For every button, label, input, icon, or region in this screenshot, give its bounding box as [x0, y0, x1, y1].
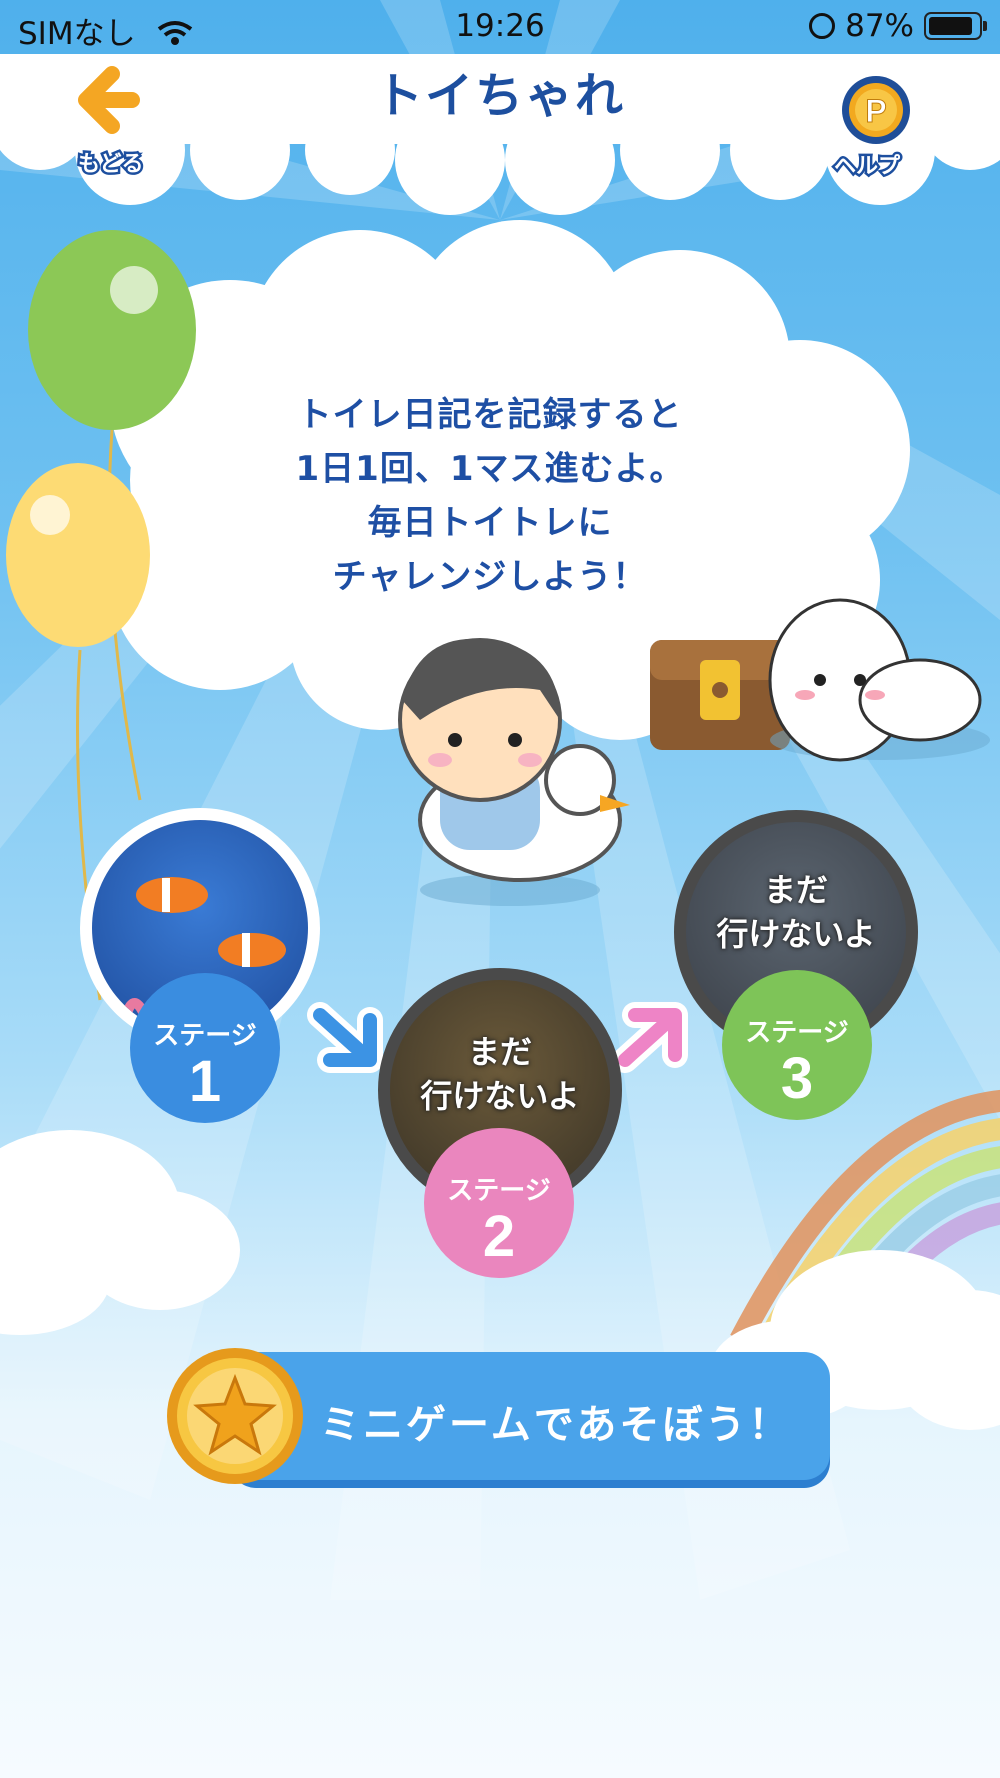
- help-coin-letter: P: [865, 93, 886, 129]
- stage-label: ステージ: [153, 1019, 257, 1050]
- locked-line: 行けないよ: [716, 915, 876, 953]
- stage-number: 2: [482, 1203, 516, 1269]
- stage-1[interactable]: ステージ 1: [80, 808, 330, 1138]
- arrow-pink: [612, 1002, 688, 1073]
- stage-number: 1: [188, 1048, 222, 1114]
- message-line: チャレンジしよう！: [332, 557, 648, 597]
- stage-number: 3: [780, 1045, 814, 1111]
- battery-percent: 87%: [845, 8, 914, 44]
- stage-2-badge[interactable]: ステージ 2: [424, 1128, 574, 1278]
- stage-3[interactable]: まだ 行けないよ ステージ 3: [674, 810, 924, 1130]
- treasure-chest: [650, 640, 790, 750]
- message-line: トイレ日記を記録すると: [297, 395, 683, 435]
- stage-label: ステージ: [745, 1016, 849, 1047]
- message-line: 毎日トイトレに: [367, 503, 613, 543]
- stage-2[interactable]: まだ 行けないよ ステージ 2: [378, 968, 628, 1278]
- locked-message: まだ 行けないよ: [390, 1030, 610, 1118]
- locked-line: まだ: [763, 871, 828, 909]
- locked-line: まだ: [467, 1033, 532, 1071]
- status-bar: SIMなし 19:26 87%: [0, 0, 1000, 54]
- star-coin-icon: [167, 1348, 303, 1484]
- message-line: 1日1回、1マス進むよ。: [295, 449, 685, 489]
- minigame-label: ミニゲームであそぼう！: [320, 1402, 792, 1448]
- orientation-lock-icon: [809, 13, 836, 39]
- mascot-character: [768, 598, 990, 762]
- stage-1-badge[interactable]: ステージ 1: [130, 973, 280, 1123]
- locked-message: まだ 行けないよ: [686, 868, 906, 956]
- stage-label: ステージ: [447, 1174, 551, 1205]
- back-label: もどる: [76, 150, 147, 180]
- battery-icon: [924, 12, 987, 40]
- instruction-message: トイレ日記を記録すると 1日1回、1マス進むよ。 毎日トイトレに チャレンジしよ…: [240, 388, 740, 604]
- help-label: ヘルプ: [831, 152, 902, 182]
- locked-line: 行けないよ: [420, 1077, 580, 1115]
- stage-3-badge[interactable]: ステージ 3: [722, 970, 872, 1120]
- status-right: 87%: [809, 8, 987, 44]
